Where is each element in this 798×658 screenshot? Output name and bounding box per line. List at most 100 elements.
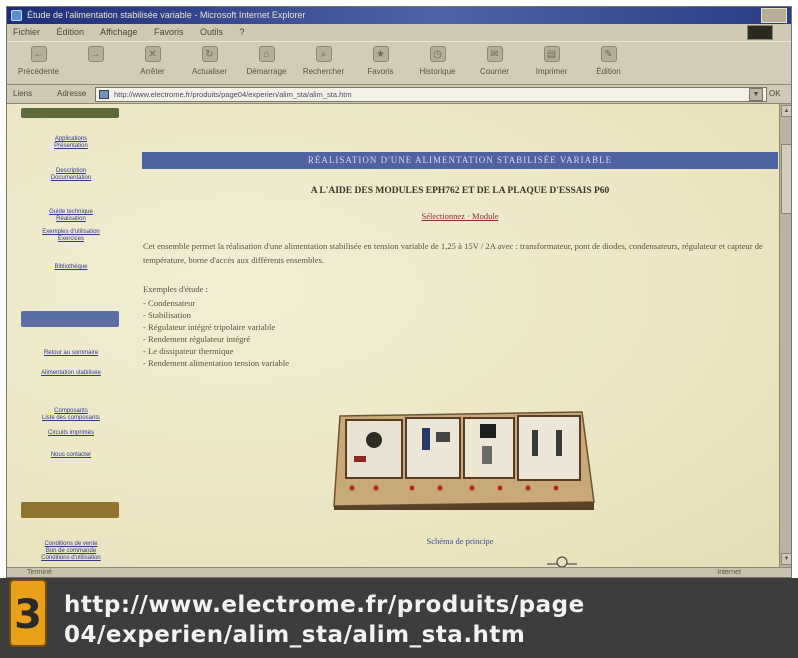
sidebar-link[interactable]: Alimentation stabilisée xyxy=(19,370,123,377)
history-icon: ◷ xyxy=(429,46,446,62)
url-caption-overlay: http://www.electrome.fr/produits/page 04… xyxy=(0,578,798,658)
sidebar-link-label: Composants xyxy=(54,408,88,414)
menu-tools[interactable]: Outils xyxy=(200,27,223,37)
list-item: - Régulateur intégré tripolaire variable xyxy=(143,322,276,332)
sidebar-link-label: Réalisation xyxy=(56,216,86,222)
edit-button[interactable]: ✎ Édition xyxy=(581,42,636,84)
scrollbar-thumb[interactable] xyxy=(781,144,791,214)
url-dropdown-button[interactable]: ▼ xyxy=(749,88,763,101)
window-title: Étude de l'alimentation stabilisée varia… xyxy=(27,10,306,20)
sidebar-link[interactable]: Retour au sommaire xyxy=(19,350,123,357)
favorites-button[interactable]: ★ Favoris xyxy=(353,42,408,84)
window-controls[interactable] xyxy=(761,8,787,23)
list-item: - Le dissipateur thermique xyxy=(143,346,234,356)
back-arrow-icon: ← xyxy=(30,46,47,62)
sidebar-link[interactable]: Guide technique Réalisation xyxy=(19,209,123,223)
sidebar-link-label: Liste des composants xyxy=(41,415,101,421)
menu-file[interactable]: Fichier xyxy=(13,27,40,37)
sidebar-link[interactable]: Applications Présentation xyxy=(19,136,123,150)
sidebar-link[interactable]: Bibliothèque xyxy=(19,264,123,271)
sidebar-link[interactable]: Description Documentation xyxy=(19,168,123,182)
stop-icon: ✕ xyxy=(144,46,161,62)
list-item: - Rendement alimentation tension variabl… xyxy=(143,358,290,368)
module-link[interactable]: Sélectionnez · Module xyxy=(142,211,778,221)
circuit-board-photo xyxy=(333,411,595,510)
refresh-icon: ↻ xyxy=(201,46,218,62)
ie-logo-icon xyxy=(11,10,22,21)
address-label: Adresse xyxy=(57,89,87,98)
sidebar-link[interactable]: Composants Liste des composants xyxy=(19,408,123,422)
list-item: - Condensateur xyxy=(143,298,196,308)
sidebar-link-label: Alimentation stabilisée xyxy=(41,370,101,376)
sidebar-header-bar xyxy=(21,108,119,118)
search-button[interactable]: ⌕ Rechercher xyxy=(296,42,351,84)
schematic-link[interactable]: Schéma de principe xyxy=(142,536,778,546)
sidebar-section-header xyxy=(21,311,119,327)
sidebar-link-label: Conditions d'utilisation xyxy=(41,555,101,561)
history-button[interactable]: ◷ Historique xyxy=(410,42,465,84)
edit-label: Édition xyxy=(596,67,621,76)
print-label: Imprimer xyxy=(535,67,568,76)
back-button[interactable]: ← Précédente xyxy=(11,42,66,84)
go-button[interactable]: OK xyxy=(769,89,781,98)
page-subtitle: A L'AIDE DES MODULES EPH762 ET DE LA PLA… xyxy=(310,186,610,196)
sidebar-section-header xyxy=(21,502,119,518)
vertical-scrollbar[interactable]: ▲ ▼ xyxy=(779,104,791,567)
home-button[interactable]: ⌂ Démarrage xyxy=(239,42,294,84)
examples-list: - Condensateur - Stabilisation - Régulat… xyxy=(143,297,289,369)
search-icon: ⌕ xyxy=(315,46,332,62)
sidebar-link-label: Exercices xyxy=(57,236,84,242)
url-input[interactable]: http://www.electrome.fr/produits/page04/… xyxy=(95,87,767,102)
list-item: - Rendement régulateur intégré xyxy=(143,334,251,344)
menu-edit[interactable]: Édition xyxy=(57,27,85,37)
list-item: - Stabilisation xyxy=(143,310,191,320)
scroll-up-button[interactable]: ▲ xyxy=(781,105,791,117)
main-content: RÉALISATION D'UNE ALIMENTATION STABILISÉ… xyxy=(137,104,779,567)
sidebar-link-label: Exemples d'utilisation xyxy=(42,229,100,235)
sidebar-link[interactable]: Exemples d'utilisation Exercices xyxy=(19,229,123,243)
browser-window: Étude de l'alimentation stabilisée varia… xyxy=(6,6,792,578)
menu-bar: Fichier Édition Affichage Favoris Outils… xyxy=(7,24,791,41)
page-icon xyxy=(99,90,109,99)
sidebar-link-label: Bibliothèque xyxy=(54,264,88,270)
mail-button[interactable]: ✉ Courrier xyxy=(467,42,522,84)
schematic-symbol xyxy=(547,556,577,567)
sidebar-link-label: Conditions de vente xyxy=(44,541,98,547)
home-label: Démarrage xyxy=(246,67,287,76)
page-title-banner: RÉALISATION D'UNE ALIMENTATION STABILISÉ… xyxy=(142,152,778,169)
edit-icon: ✎ xyxy=(600,46,617,62)
links-label[interactable]: Liens xyxy=(13,89,32,98)
security-zone: Internet xyxy=(717,569,741,576)
refresh-button[interactable]: ↻ Actualiser xyxy=(182,42,237,84)
refresh-label: Actualiser xyxy=(191,67,228,76)
print-icon: ▤ xyxy=(543,46,560,62)
menu-help[interactable]: ? xyxy=(240,27,245,37)
back-label: Précédente xyxy=(18,67,59,76)
sidebar-link-label: Circuits imprimés xyxy=(47,430,94,436)
stop-label: Arrêter xyxy=(140,67,165,76)
number-badge: 3 xyxy=(9,579,47,647)
examples-heading: Exemples d'étude : xyxy=(143,284,209,294)
title-bar: Étude de l'alimentation stabilisée varia… xyxy=(7,7,791,24)
print-button[interactable]: ▤ Imprimer xyxy=(524,42,579,84)
forward-arrow-icon: → xyxy=(87,46,104,62)
sidebar-link-label: Nous contacter xyxy=(50,452,92,458)
forward-button[interactable]: → xyxy=(68,42,123,84)
sidebar-link-label: Description xyxy=(55,168,86,174)
menu-favorites[interactable]: Favoris xyxy=(154,27,184,37)
sidebar-link[interactable]: Conditions de vente Bon de commande Condit… xyxy=(19,541,123,562)
sidebar-link[interactable]: Nous contacter xyxy=(19,452,123,459)
stop-button[interactable]: ✕ Arrêter xyxy=(125,42,180,84)
sidebar: Applications Présentation Description Docu… xyxy=(19,104,121,567)
toolbar: ← Précédente → ✕ Arrêter ↻ Actualiser ⌂ Déma… xyxy=(7,41,791,85)
menu-view[interactable]: Affichage xyxy=(100,27,137,37)
sidebar-link-label: Bon de commande xyxy=(45,548,97,554)
sidebar-link-label: Guide technique xyxy=(49,209,93,215)
status-text: Terminé xyxy=(27,569,52,576)
scroll-down-button[interactable]: ▼ xyxy=(781,553,791,565)
sidebar-link-label: Retour au sommaire xyxy=(43,350,99,356)
sidebar-link[interactable]: Circuits imprimés xyxy=(19,430,123,437)
url-caption-line: http://www.electrome.fr/produits/page xyxy=(64,592,585,618)
badge-number: 3 xyxy=(14,592,42,638)
mail-label: Courrier xyxy=(480,67,509,76)
